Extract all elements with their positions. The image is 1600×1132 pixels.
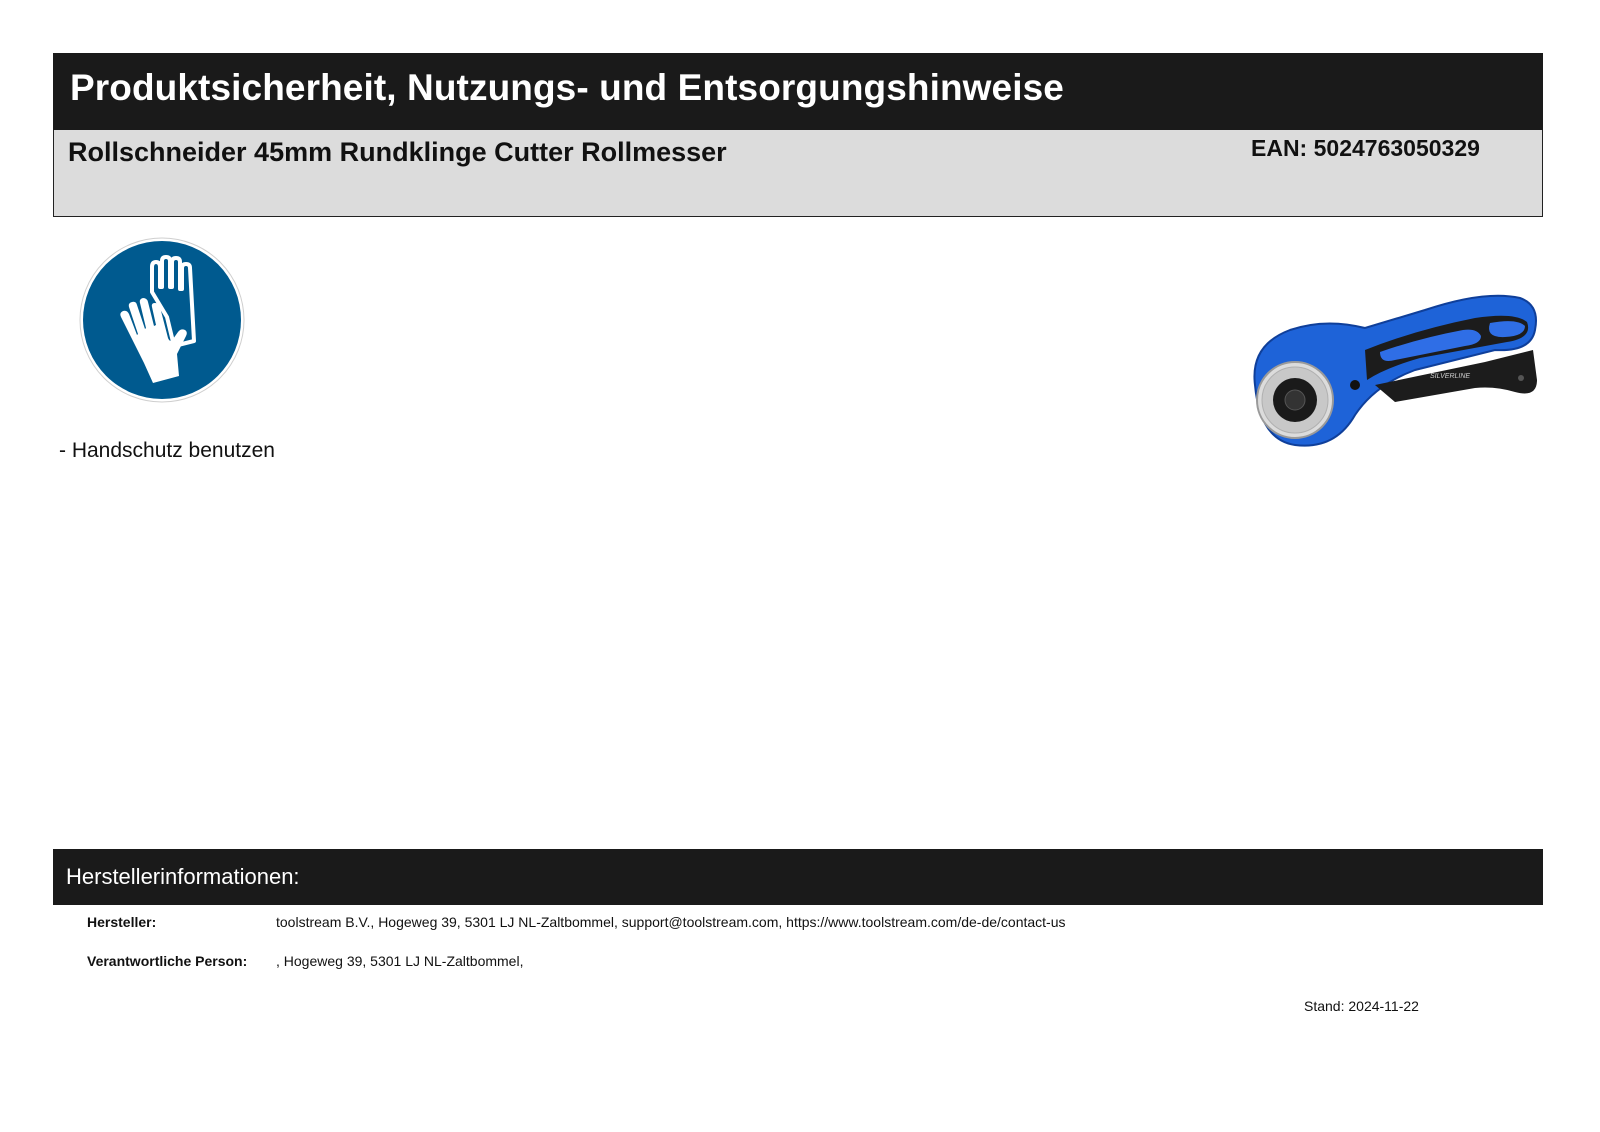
rotary-cutter-image: SILVERLINE bbox=[1253, 294, 1537, 447]
manufacturer-value: toolstream B.V., Hogeweg 39, 5301 LJ NL-… bbox=[276, 914, 1066, 930]
product-header: Rollschneider 45mm Rundklinge Cutter Rol… bbox=[53, 130, 1543, 217]
responsible-person-label: Verantwortliche Person: bbox=[87, 953, 248, 969]
page-title: Produktsicherheit, Nutzungs- und Entsorg… bbox=[53, 53, 1543, 130]
product-name: Rollschneider 45mm Rundklinge Cutter Rol… bbox=[68, 137, 727, 167]
manufacturer-label: Hersteller: bbox=[87, 914, 157, 930]
document-date: Stand: 2024-11-22 bbox=[1304, 998, 1419, 1014]
svg-text:SILVERLINE: SILVERLINE bbox=[1430, 373, 1470, 380]
responsible-person-value: , Hogeweg 39, 5301 LJ NL-Zaltbommel, bbox=[276, 953, 524, 969]
ean-code: EAN: 5024763050329 bbox=[1251, 135, 1480, 161]
manufacturer-heading: Herstellerinformationen: bbox=[53, 849, 1543, 905]
safety-hint: - Handschutz benutzen bbox=[59, 439, 275, 462]
gloves-icon bbox=[79, 237, 245, 403]
